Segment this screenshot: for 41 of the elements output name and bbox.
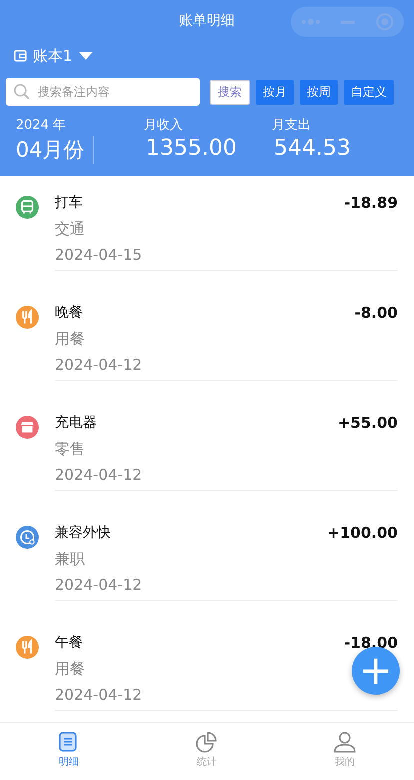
filter-button[interactable]: 自定义	[344, 80, 394, 104]
record-category: 用餐	[55, 660, 85, 679]
record-category: 用餐	[55, 330, 85, 349]
record-title: 午餐	[55, 634, 83, 652]
window-title: 账单明细	[179, 12, 235, 30]
tab[interactable]: 统计	[197, 755, 217, 769]
search-field[interactable]: 搜索备注内容	[6, 78, 200, 106]
expense-value: 544.53	[273, 136, 352, 163]
income-value: 1355.00	[145, 136, 238, 163]
record-date: 2024-04-12	[55, 576, 142, 594]
record-amount: -8.00	[354, 304, 398, 322]
record-date: 2024-04-15	[55, 246, 142, 264]
record-amount: +100.00	[328, 524, 398, 542]
user-icon[interactable]	[334, 731, 356, 753]
record-title: 晚餐	[55, 304, 83, 322]
record-category: 零售	[55, 440, 85, 459]
tab[interactable]: 我的	[335, 755, 355, 769]
record-amount: +55.00	[338, 414, 398, 432]
book-selector[interactable]: 账本1	[33, 46, 73, 66]
month-picker[interactable]: 04月份	[16, 138, 85, 162]
record-date: 2024-04-12	[55, 356, 142, 374]
expense-label: 月支出	[272, 117, 312, 134]
record-category: 交通	[55, 220, 85, 239]
record-amount: -18.89	[344, 194, 398, 212]
wallet-icon	[14, 50, 27, 62]
filter-button[interactable]: 按周	[300, 80, 338, 104]
income-label: 月收入	[144, 117, 184, 134]
search-button[interactable]: 搜索	[210, 80, 250, 104]
record-category: 兼职	[55, 550, 85, 569]
record-title: 打车	[55, 194, 83, 212]
record-date: 2024-04-12	[55, 466, 142, 484]
record-title: 充电器	[55, 414, 97, 432]
record-title: 兼容外快	[55, 524, 111, 542]
year-label: 2024 年	[16, 117, 68, 134]
add-button[interactable]: +	[352, 647, 400, 695]
tab[interactable]: 明细	[59, 755, 79, 769]
record-date: 2024-04-12	[55, 686, 142, 704]
pie-chart-icon[interactable]	[196, 731, 218, 753]
filter-button[interactable]: 按月	[256, 80, 294, 104]
list-icon[interactable]	[58, 731, 80, 753]
caret-icon[interactable]	[78, 52, 93, 60]
